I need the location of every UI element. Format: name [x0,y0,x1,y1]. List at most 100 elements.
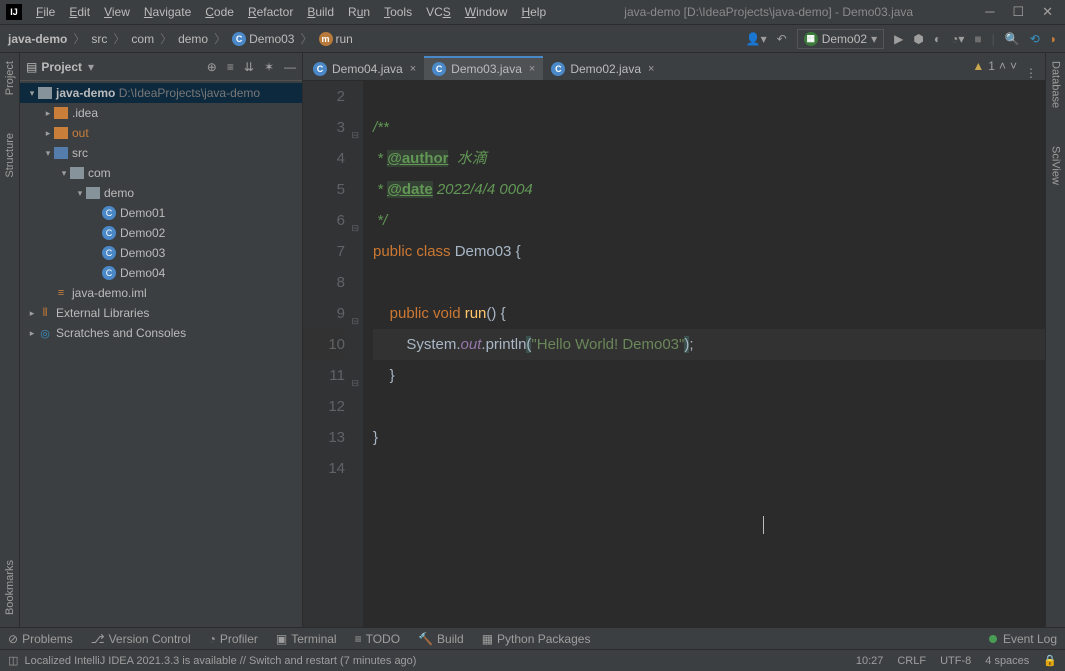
tree-idea[interactable]: ▸.idea [20,103,302,123]
window-title: java-demo [D:\IdeaProjects\java-demo] - … [552,5,985,19]
menu-help[interactable]: Help [515,3,552,21]
maximize-button[interactable]: ☐ [1012,4,1024,20]
collapse-all-icon[interactable]: ⇊ [244,60,254,74]
tree-root[interactable]: ▾ java-demo D:\IdeaProjects\java-demo [20,83,302,103]
tool-terminal[interactable]: ▣ Terminal [276,632,337,646]
event-indicator [989,635,997,643]
tab-project[interactable]: Project [4,57,16,99]
app-logo: IJ [6,4,22,20]
menu-build[interactable]: Build [301,3,340,21]
breadcrumb: java-demo 〉 src 〉 com 〉 demo 〉 CDemo03 〉… [8,30,353,47]
menu-file[interactable]: File [30,3,61,21]
inspection-widget[interactable]: ▲ 1 ˄ ˅ [972,59,1017,73]
tree-file-demo03[interactable]: CDemo03 [20,243,302,263]
warning-icon: ▲ [972,59,984,73]
menu-navigate[interactable]: Navigate [138,3,197,21]
file-encoding[interactable]: UTF-8 [940,655,971,667]
menu-tools[interactable]: Tools [378,3,418,21]
tab-demo03[interactable]: CDemo03.java× [424,56,543,80]
editor-tabs: CDemo04.java× CDemo03.java× CDemo02.java… [303,53,1045,81]
profile-button[interactable]: ◔▾ [951,32,964,46]
tree-com[interactable]: ▾com [20,163,302,183]
readonly-icon[interactable]: 🔒 [1043,654,1057,667]
run-config-combo[interactable]: ▦ Demo02 ▾ [797,29,884,49]
project-tree: ▾ java-demo D:\IdeaProjects\java-demo ▸.… [20,81,302,627]
bc-project[interactable]: java-demo [8,32,67,46]
tab-menu-icon[interactable]: ⋮ [1017,66,1045,80]
project-panel-header: ▤ Project ▾ ⊕ ≡ ⇊ ✶ — [20,53,302,81]
tab-structure[interactable]: Structure [4,129,16,182]
tab-sciview[interactable]: SciView [1050,142,1062,189]
tool-profiler[interactable]: ◔ Profiler [209,632,258,646]
close-icon[interactable]: × [648,63,654,75]
expand-all-icon[interactable]: ≡ [227,60,234,74]
tab-demo04[interactable]: CDemo04.java× [305,56,424,80]
close-icon[interactable]: × [529,63,535,75]
tree-file-demo04[interactable]: CDemo04 [20,263,302,283]
debug-button[interactable]: ⬢ [913,32,923,46]
tree-scratches[interactable]: ▸◎Scratches and Consoles [20,323,302,343]
menu-view[interactable]: View [98,3,136,21]
status-message: Localized IntelliJ IDEA 2021.3.3 is avai… [25,655,417,667]
prev-problem-icon[interactable]: ˄ [999,59,1006,73]
tree-file-demo01[interactable]: CDemo01 [20,203,302,223]
ide-icon[interactable]: ◗ [1050,32,1057,46]
minimize-button[interactable]: ─ [985,4,994,20]
line-separator[interactable]: CRLF [897,655,926,667]
tree-out[interactable]: ▸out [20,123,302,143]
close-icon[interactable]: × [410,63,416,75]
editor-area: CDemo04.java× CDemo03.java× CDemo02.java… [303,53,1045,627]
close-button[interactable]: ✕ [1042,4,1053,20]
project-view-icon: ▤ [26,60,37,74]
tool-eventlog[interactable]: Event Log [1003,632,1057,646]
title-bar: IJ File Edit View Navigate Code Refactor… [0,0,1065,25]
tree-demo[interactable]: ▾demo [20,183,302,203]
navigation-bar: java-demo 〉 src 〉 com 〉 demo 〉 CDemo03 〉… [0,25,1065,53]
toggle-toolwindows-icon[interactable]: ◫ [8,654,18,667]
tool-vcs[interactable]: ⎇ Version Control [91,632,191,646]
hide-icon[interactable]: — [284,60,296,74]
bc-src[interactable]: src [91,32,107,46]
menu-window[interactable]: Window [459,3,514,21]
run-button[interactable]: ▶ [894,32,903,46]
select-opened-icon[interactable]: ⊕ [207,60,217,74]
tab-bookmarks[interactable]: Bookmarks [4,556,16,619]
menu-code[interactable]: Code [199,3,240,21]
tab-database[interactable]: Database [1050,57,1062,112]
bc-method[interactable]: mrun [319,32,353,46]
tree-iml[interactable]: ≡java-demo.iml [20,283,302,303]
menu-run[interactable]: Run [342,3,376,21]
tab-demo02[interactable]: CDemo02.java× [543,56,662,80]
search-icon[interactable]: 🔍 [1005,32,1020,46]
bottom-toolbar: ⊘ Problems ⎇ Version Control ◔ Profiler … [0,627,1065,649]
main-menu: File Edit View Navigate Code Refactor Bu… [30,3,552,21]
tool-build[interactable]: 🔨 Build [418,632,464,646]
bc-demo[interactable]: demo [178,32,208,46]
sync-icon[interactable]: ⟲ [1030,32,1040,46]
settings-icon[interactable]: ✶ [264,60,274,74]
tool-python[interactable]: ▦ Python Packages [482,632,591,646]
code-body[interactable]: /** * @author 水滴 * @date 2022/4/4 0004 *… [363,81,1045,627]
project-view-dropdown[interactable]: ▾ [88,60,94,74]
menu-edit[interactable]: Edit [63,3,96,21]
project-panel-title: Project [41,60,82,74]
menu-refactor[interactable]: Refactor [242,3,299,21]
tool-todo[interactable]: ≡ TODO [355,632,400,646]
add-user-icon[interactable]: 👤▾ [746,32,767,46]
code-editor[interactable]: 2 3⊟ 4 5 6⊟ 7 8 9⊟ 10 11⊟ 12 13 14 /** *… [303,81,1045,627]
menu-vcs[interactable]: VCS [420,3,457,21]
window-controls: ─ ☐ ✕ [985,4,1053,20]
tree-external[interactable]: ▸⫴External Libraries [20,303,302,323]
caret-position[interactable]: 10:27 [856,655,884,667]
right-tool-strip: Database SciView [1045,53,1065,627]
bc-com[interactable]: com [131,32,154,46]
coverage-button[interactable]: ◐ [934,32,941,46]
tree-file-demo02[interactable]: CDemo02 [20,223,302,243]
back-icon[interactable]: ↶ [777,32,787,46]
tool-problems[interactable]: ⊘ Problems [8,632,73,646]
next-problem-icon[interactable]: ˅ [1010,59,1017,73]
tree-src[interactable]: ▾src [20,143,302,163]
bc-class[interactable]: CDemo03 [232,32,294,46]
stop-button[interactable]: ■ [974,32,981,46]
indent-setting[interactable]: 4 spaces [985,655,1029,667]
